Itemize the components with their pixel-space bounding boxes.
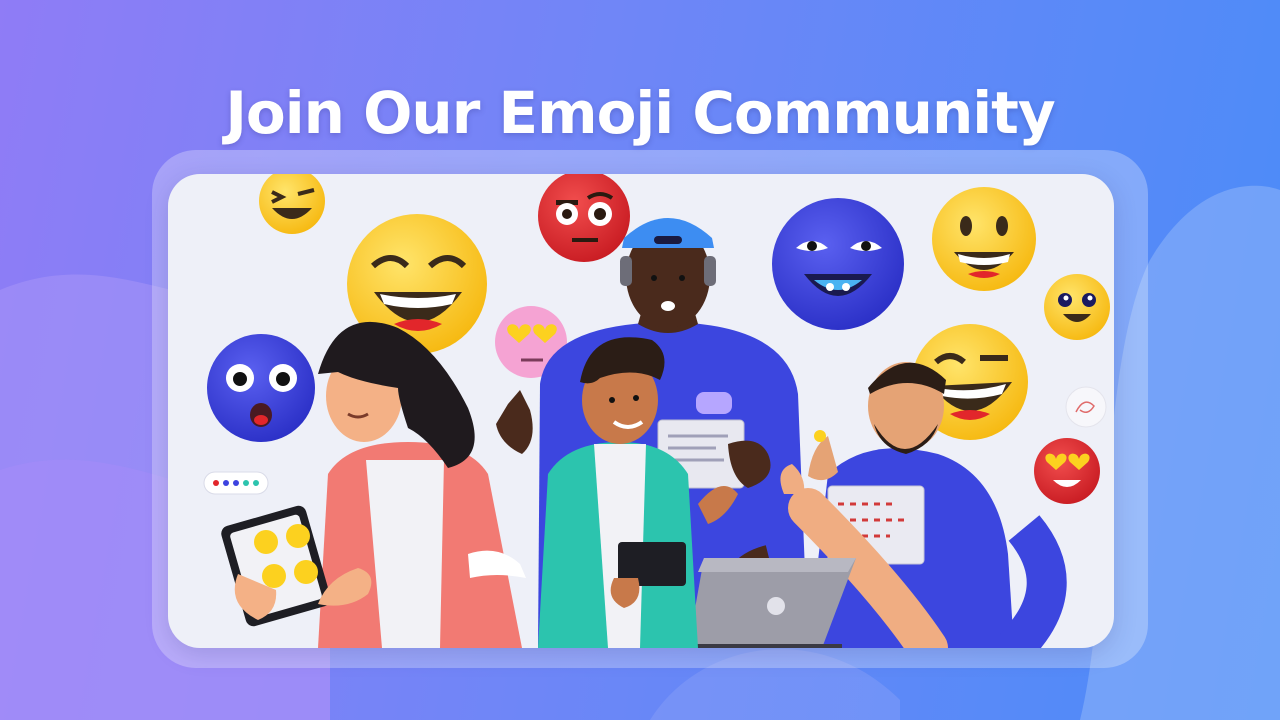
community-illustration [168,174,1114,648]
emoji-tablet [221,505,331,627]
small-smile-emoji [1044,274,1110,340]
heart-eyes-red-emoji [1034,438,1100,504]
skeptical-red-emoji [538,174,630,262]
page-title: Join Our Emoji Community [225,78,1055,147]
color-dots-pill [203,471,269,495]
smiling-yellow-emoji [932,187,1036,291]
blue-surprised-emoji [207,334,315,442]
winking-grin-emoji [259,174,325,234]
sketch-sticker-icon [1065,386,1107,428]
blue-grinning-emoji [772,198,904,330]
